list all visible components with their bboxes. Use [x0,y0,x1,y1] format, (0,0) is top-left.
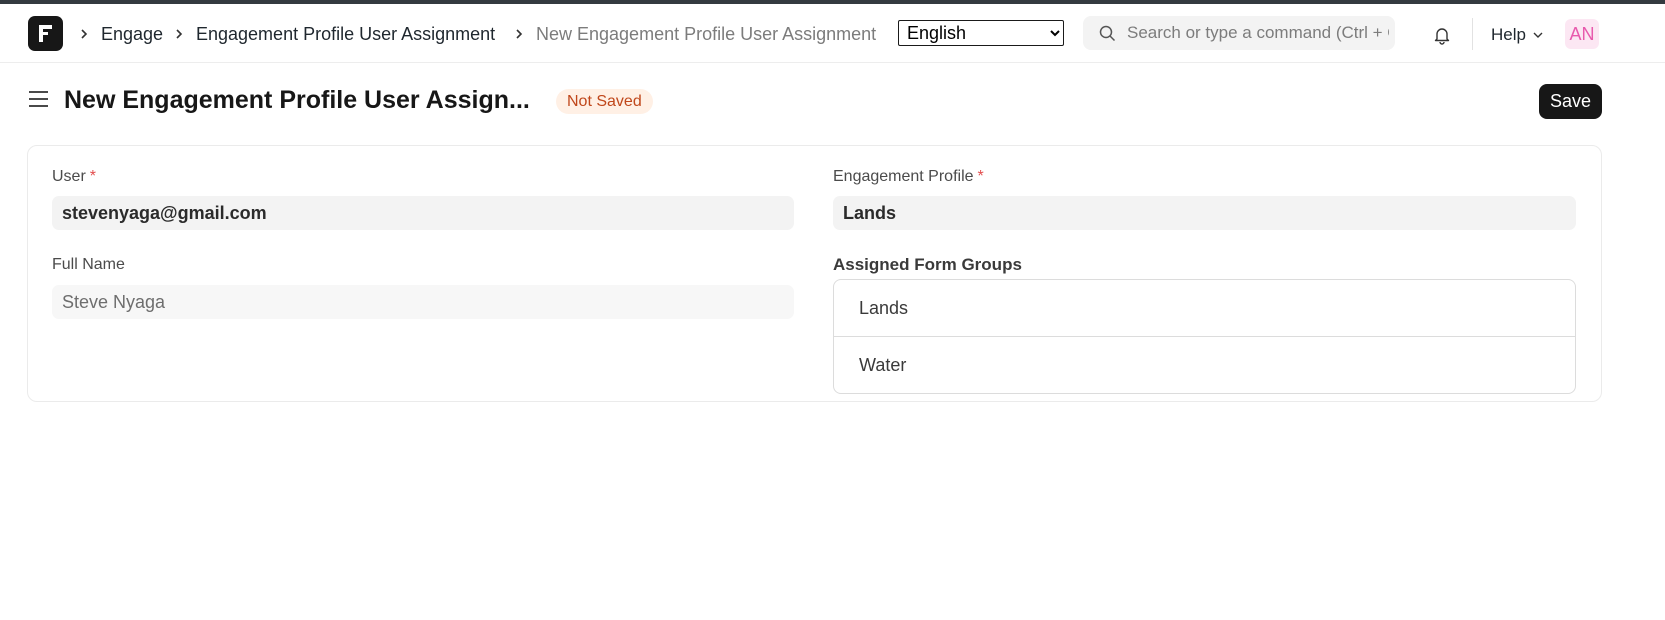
user-field-label: User * [52,168,96,186]
assigned-form-groups-label: Assigned Form Groups [833,255,1022,274]
chevron-right-icon [516,29,523,39]
search-input[interactable] [1127,16,1389,50]
notification-bell-icon[interactable] [1432,25,1452,45]
page-title: New Engagement Profile User Assign... [64,86,530,114]
user-avatar[interactable]: AN [1565,19,1599,49]
list-item[interactable]: Lands [834,280,1575,337]
user-field[interactable]: stevenyaga@gmail.com [52,196,794,230]
assigned-form-groups-list: Lands Water [833,279,1576,394]
required-mark: * [977,168,984,185]
chevron-right-icon [81,29,88,39]
chevron-right-icon [176,29,183,39]
breadcrumb-engage[interactable]: Engage [101,24,163,45]
sidebar-toggle-icon[interactable] [29,90,49,108]
status-badge: Not Saved [556,89,653,114]
breadcrumb-engagement-profile-user-assignment[interactable]: Engagement Profile User Assignment [196,24,495,45]
app-logo[interactable] [28,16,63,51]
full-name-field: Steve Nyaga [52,285,794,319]
search-bar[interactable] [1083,16,1395,50]
engagement-profile-field-label: Engagement Profile * [833,168,984,186]
chevron-down-icon[interactable] [1532,30,1544,40]
user-label-text: User [52,168,86,185]
navbar: Engage Engagement Profile User Assignmen… [0,4,1665,63]
navbar-divider [1472,18,1473,50]
engagement-profile-label-text: Engagement Profile [833,168,974,185]
logo-f-icon [39,25,53,42]
full-name-field-label: Full Name [52,256,125,273]
search-icon [1099,25,1116,42]
list-item[interactable]: Water [834,337,1575,393]
engagement-profile-field[interactable]: Lands [833,196,1576,230]
breadcrumb-current: New Engagement Profile User Assignment [536,24,877,44]
save-button[interactable]: Save [1539,84,1602,119]
help-menu[interactable]: Help [1491,25,1526,45]
language-select[interactable]: English [898,20,1064,46]
required-mark: * [89,168,97,185]
